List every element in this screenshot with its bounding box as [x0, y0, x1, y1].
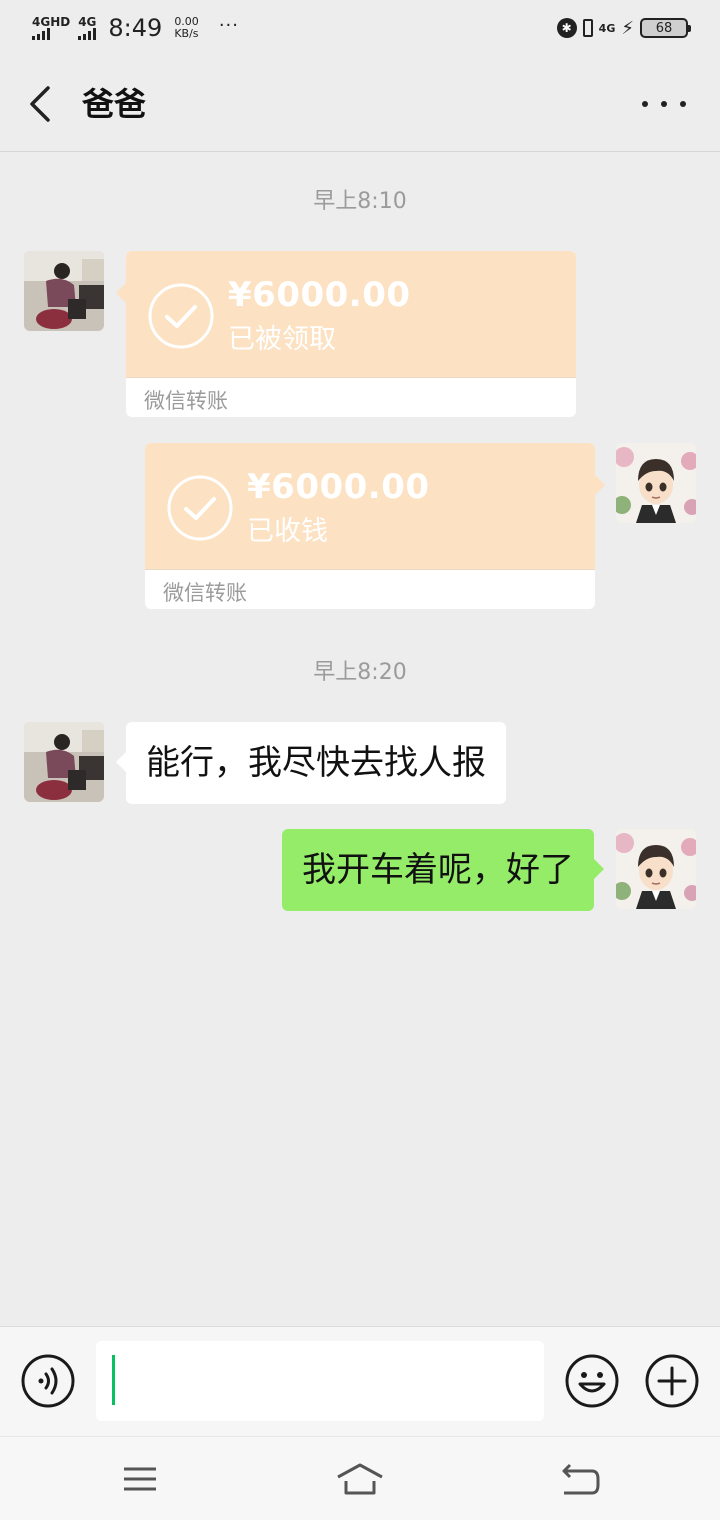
home-icon	[337, 1463, 383, 1495]
signal-1: 4GHD	[32, 16, 70, 40]
network-2-label: 4G	[78, 15, 97, 29]
transfer-status: 已被领取	[228, 324, 336, 355]
speed-unit: KB/s	[174, 27, 199, 40]
nav-menu-button[interactable]	[116, 1457, 164, 1501]
contact-photo-icon	[24, 251, 104, 331]
status-bar: 4GHD 4G 8:49 0.00 KB/s ··· ✱ 4G ⚡ 68	[0, 0, 720, 56]
transfer-card-outgoing[interactable]: ¥6000.00 已收钱 微信转账	[145, 443, 605, 609]
chevron-left-icon	[30, 86, 50, 122]
charging-icon: ⚡	[621, 17, 634, 39]
transfer-amount: ¥6000.00	[228, 275, 411, 315]
network-speed: 0.00 KB/s	[174, 16, 199, 40]
nav-home-button[interactable]	[336, 1457, 384, 1501]
battery-indicator: 68	[640, 18, 691, 38]
transfer-source-label: 微信转账	[163, 581, 247, 605]
message-input[interactable]	[96, 1341, 544, 1421]
signal-2: 4G	[78, 16, 96, 40]
system-nav-bar	[0, 1436, 720, 1520]
vibrate-icon	[582, 19, 593, 37]
user-avatar[interactable]	[616, 443, 696, 523]
user-avatar[interactable]	[616, 829, 696, 909]
status-time: 8:49	[108, 14, 163, 42]
contact-photo-icon	[24, 722, 104, 802]
notification-dots: ···	[218, 14, 239, 36]
check-circle-icon	[167, 475, 233, 541]
mobile-data-label: 4G	[598, 21, 616, 35]
more-button[interactable]	[642, 92, 686, 116]
nav-back-button[interactable]	[556, 1457, 604, 1501]
back-button[interactable]	[24, 84, 56, 124]
message-input-bar	[0, 1326, 720, 1436]
voice-button[interactable]	[21, 1354, 75, 1408]
text-caret	[112, 1355, 115, 1405]
check-circle-icon	[148, 283, 214, 349]
message-bubble-outgoing[interactable]: 我开车着呢，好了	[282, 829, 604, 911]
message-timestamp: 早上8:10	[313, 189, 407, 214]
bluetooth-icon: ✱	[556, 18, 577, 38]
cartoon-avatar-icon	[616, 829, 696, 909]
transfer-amount: ¥6000.00	[247, 467, 430, 507]
emoji-icon	[565, 1354, 619, 1408]
cartoon-avatar-icon	[616, 443, 696, 523]
back-arrow-icon	[562, 1463, 600, 1495]
chat-header: 爸爸	[0, 56, 720, 152]
more-dots-icon	[642, 101, 648, 107]
message-bubble-incoming[interactable]: 能行，我尽快去找人报	[116, 722, 506, 804]
transfer-source-label: 微信转账	[144, 389, 228, 413]
transfer-card-incoming[interactable]: ¥6000.00 已被领取 微信转账	[116, 251, 576, 417]
chat-title: 爸爸	[82, 85, 147, 123]
contact-avatar[interactable]	[24, 722, 104, 802]
more-functions-button[interactable]	[645, 1354, 699, 1408]
contact-avatar[interactable]	[24, 251, 104, 331]
menu-icon	[124, 1467, 156, 1491]
message-timestamp: 早上8:20	[313, 660, 407, 685]
voice-icon	[21, 1354, 75, 1408]
plus-icon	[645, 1354, 699, 1408]
emoji-button[interactable]	[565, 1354, 619, 1408]
network-1-label: 4GHD	[32, 15, 71, 29]
transfer-status: 已收钱	[247, 516, 328, 547]
